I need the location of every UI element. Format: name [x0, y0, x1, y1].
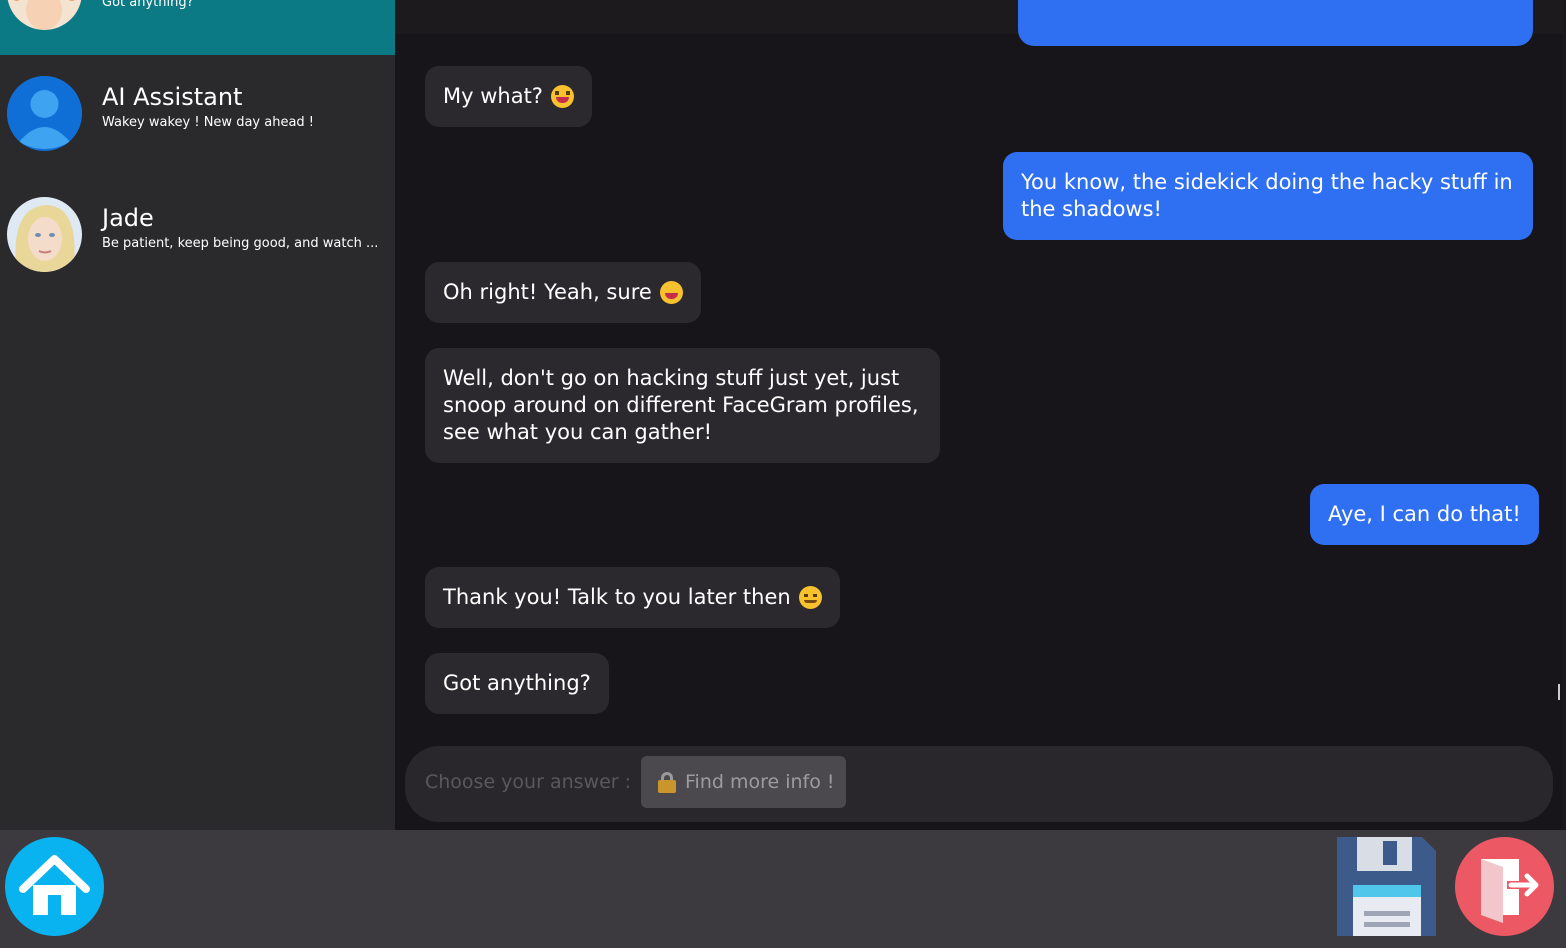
smiling-emoji-icon: [798, 586, 822, 609]
contact-item-current[interactable]: Got anything?: [0, 0, 395, 55]
contact-preview: Got anything?: [102, 0, 194, 10]
message-bubble-incoming: Well, don't go on hacking stuff just yet…: [425, 348, 940, 463]
message-bubble-outgoing: You know, the sidekick doing the hacky s…: [1003, 152, 1533, 240]
message-text: Got anything?: [443, 671, 591, 695]
message-text: Oh right! Yeah, sure: [443, 280, 652, 304]
floppy-disk-icon: [1337, 837, 1436, 936]
message-bubble-outgoing-partial: [1018, 0, 1533, 46]
contact-preview: Be patient, keep being good, and watch .…: [102, 236, 379, 251]
answer-option-label: Find more info !: [685, 771, 835, 793]
save-button[interactable]: [1337, 837, 1436, 936]
contact-preview: Wakey wakey ! New day ahead !: [102, 115, 315, 130]
contact-avatar: [7, 197, 82, 272]
message-text: My what?: [443, 84, 543, 108]
laughing-emoji-icon: [550, 85, 574, 108]
message-text: Well, don't go on hacking stuff just yet…: [443, 366, 919, 444]
contact-item-ai-assistant[interactable]: AI Assistant Wakey wakey ! New day ahead…: [0, 55, 395, 176]
home-button[interactable]: [5, 837, 104, 936]
exit-door-icon: [1481, 859, 1539, 923]
message-text: Thank you! Talk to you later then: [443, 585, 791, 609]
message-text: You know, the sidekick doing the hacky s…: [1021, 170, 1513, 221]
contact-name: Jade: [102, 204, 154, 232]
bottom-toolbar: [0, 830, 1566, 948]
contact-item-jade[interactable]: Jade Be patient, keep being good, and wa…: [0, 176, 395, 297]
contact-avatar: [7, 0, 82, 30]
message-bubble-incoming: My what?: [425, 66, 592, 127]
chat-panel: My what? You know, the sidekick doing th…: [395, 0, 1563, 830]
contacts-sidebar: Got anything? AI Assistant Wakey wakey !…: [0, 0, 395, 830]
grinning-emoji-icon: [659, 281, 683, 304]
scrollbar[interactable]: [1558, 684, 1560, 700]
message-bubble-incoming: Oh right! Yeah, sure: [425, 262, 701, 323]
message-bubble-outgoing: Aye, I can do that!: [1310, 484, 1539, 545]
answer-bar: Choose your answer : Find more info !: [405, 746, 1553, 822]
message-bubble-incoming: Got anything?: [425, 653, 609, 714]
message-bubble-incoming: Thank you! Talk to you later then: [425, 567, 840, 628]
message-text: Aye, I can do that!: [1328, 502, 1521, 526]
answer-label: Choose your answer :: [425, 771, 632, 793]
exit-button[interactable]: [1455, 837, 1554, 936]
find-more-info-button[interactable]: Find more info !: [641, 756, 846, 808]
home-icon: [19, 855, 90, 915]
lock-icon: [657, 771, 677, 793]
contact-avatar: [7, 76, 82, 151]
contact-name: AI Assistant: [102, 83, 243, 111]
